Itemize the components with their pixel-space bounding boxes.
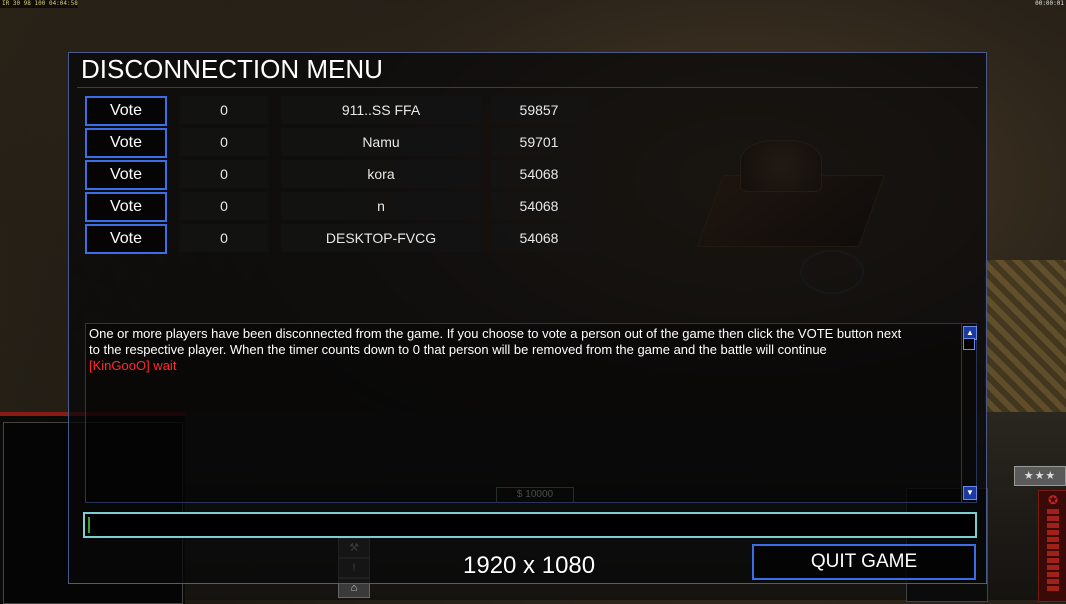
chat-input[interactable]	[83, 512, 977, 538]
power-slot	[1047, 523, 1059, 528]
power-meter: ✪	[1038, 490, 1066, 602]
power-slot	[1047, 537, 1059, 542]
player-timer: 54068	[491, 224, 587, 252]
power-slot	[1047, 572, 1059, 577]
enemy-base-structures	[985, 260, 1066, 420]
hud-stats: IR 30 98 100 04:04:58	[0, 0, 78, 8]
vote-button[interactable]: Vote	[85, 128, 167, 158]
game-clock: 00:00:01	[1035, 0, 1064, 7]
power-slot	[1047, 551, 1059, 556]
power-slot	[1047, 509, 1059, 514]
power-slot	[1047, 530, 1059, 535]
player-timer: 59857	[491, 96, 587, 124]
player-timer: 59701	[491, 128, 587, 156]
player-name: Namu	[281, 128, 481, 156]
dialog-title: DISCONNECTION MENU	[81, 54, 383, 84]
vote-button[interactable]: Vote	[85, 96, 167, 126]
chat-scrollbar[interactable]: ▲ ▼	[961, 324, 977, 502]
player-timer: 54068	[491, 160, 587, 188]
vote-count: 0	[179, 224, 269, 252]
player-chat-line: [KinGooO] wait	[89, 358, 177, 373]
chat-log[interactable]: One or more players have been disconnect…	[85, 323, 977, 503]
general-rank-stars: ★★★	[1014, 466, 1066, 486]
faction-star-icon: ✪	[1047, 493, 1059, 507]
power-slot	[1047, 558, 1059, 563]
quit-game-button[interactable]: QUIT GAME	[752, 544, 976, 580]
vote-count: 0	[179, 96, 269, 124]
chat-text: One or more players have been disconnect…	[89, 326, 961, 374]
vote-count: 0	[179, 192, 269, 220]
power-slot	[1047, 586, 1059, 591]
resolution-watermark: 1920 x 1080	[463, 552, 596, 579]
vote-count: 0	[179, 128, 269, 156]
text-caret	[88, 517, 90, 533]
power-slot	[1047, 544, 1059, 549]
player-name: DESKTOP-FVCG	[281, 224, 481, 252]
title-divider	[77, 87, 978, 88]
power-slot	[1047, 565, 1059, 570]
vote-button[interactable]: Vote	[85, 160, 167, 190]
system-message-line: One or more players have been disconnect…	[89, 326, 902, 341]
player-name: kora	[281, 160, 481, 188]
player-name: 911..SS FFA	[281, 96, 481, 124]
player-name: n	[281, 192, 481, 220]
system-message-line: to the respective player. When the timer…	[89, 342, 827, 357]
vote-button[interactable]: Vote	[85, 192, 167, 222]
power-slot	[1047, 516, 1059, 521]
vote-button[interactable]: Vote	[85, 224, 167, 254]
player-timer: 54068	[491, 192, 587, 220]
power-slot	[1047, 579, 1059, 584]
scroll-down-icon[interactable]: ▼	[963, 486, 977, 500]
disconnection-dialog: DISCONNECTION MENU Vote 0 911..SS FFA 59…	[68, 52, 987, 584]
vote-count: 0	[179, 160, 269, 188]
scroll-thumb[interactable]	[963, 338, 975, 350]
